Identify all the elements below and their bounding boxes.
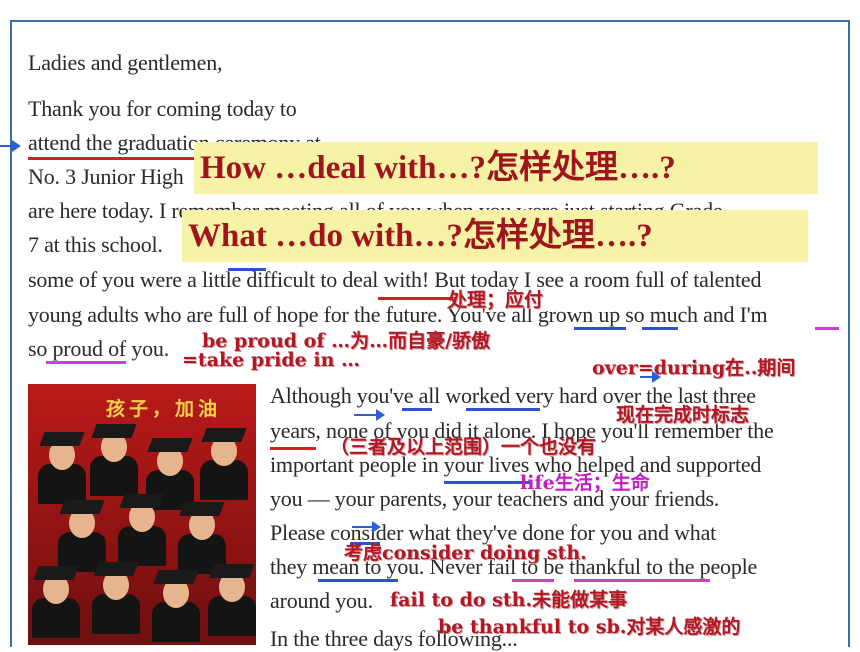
note-thankful: be thankful to sb.对某人感激的 [438,616,741,638]
underline-little [228,268,266,271]
note-perfect-marker: 现在完成时标志 [616,404,750,426]
underline-worked [466,408,540,411]
photo-banner-text: 孩子，加油 [106,398,222,420]
underline-up [642,327,678,330]
note-life: life生活；生命 [520,472,650,494]
underline-fail-to [512,579,554,582]
underline-deal-with [378,297,458,300]
note-none-of: （三者及以上范围）一个也没有 [330,436,597,458]
underline-ve [402,408,432,411]
banner-how-deal-with: How …deal with…?怎样处理….? [194,142,818,194]
text-line-4: No. 3 Junior High [28,164,184,189]
left-margin [0,0,10,645]
text-line-2: Thank you for coming today to [28,96,297,121]
underline-years [270,447,316,450]
note-consider: 考虑consider doing sth. [344,542,587,564]
text-line-16: around you. [270,588,373,613]
underline-lives [444,481,530,484]
arrow-attend [0,140,21,152]
text-line-6: 7 at this school. [28,232,163,257]
text-line-13: you — your parents, your teachers and yo… [270,486,720,511]
graduates-photo: 孩子，加油 [28,384,256,645]
note-deal-with: 处理；应付 [448,289,544,311]
arrow-consider [352,521,381,533]
underline-mean-to [318,579,398,582]
note-take-pride: =take pride in … [182,349,361,371]
text-line-9: so proud of you. [28,336,170,361]
underline-thankful-to [574,579,710,582]
underline-grown [574,327,626,330]
text-line-1: Ladies and gentlemen, [28,50,223,75]
text-line-7: some of you were a little difficult to d… [28,267,762,292]
text-line-8: young adults who are full of hope for th… [28,302,768,327]
banner-what-do-with: What …do with…?怎样处理….? [182,210,808,262]
note-over-during: over=during在..期间 [592,357,796,379]
underline-proud-of [46,361,126,364]
note-fail-to: fail to do sth.未能做某事 [390,589,628,611]
underline-m [815,327,839,330]
underline-attend [28,157,198,160]
arrow-none [354,409,385,421]
